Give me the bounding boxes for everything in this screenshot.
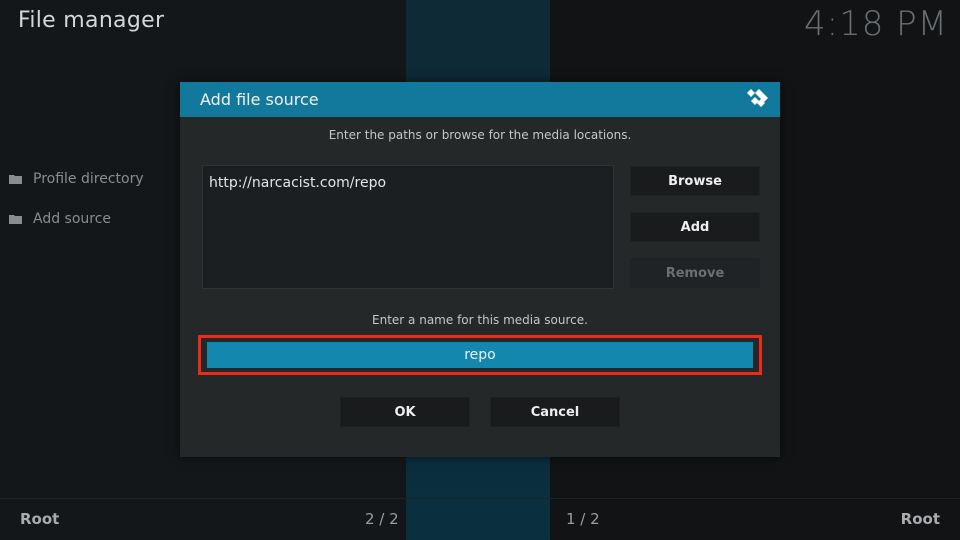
footer-right-count: 1 / 2	[566, 510, 600, 528]
footer-divider	[0, 498, 960, 499]
clock: 4:18 PM	[804, 4, 948, 44]
folder-icon	[9, 175, 22, 184]
footer-left-path: Root	[20, 510, 60, 528]
kodi-logo-icon	[747, 89, 768, 107]
path-item[interactable]: http://narcacist.com/repo	[209, 175, 386, 191]
source-name-input[interactable]: repo	[207, 342, 753, 368]
ok-button[interactable]: OK	[340, 397, 470, 427]
footer-left-count: 2 / 2	[365, 510, 399, 528]
sidebar-item-label: Add source	[33, 211, 112, 227]
paths-hint: Enter the paths or browse for the media …	[328, 128, 632, 142]
cancel-button[interactable]: Cancel	[490, 397, 620, 427]
footer-right-path: Root	[900, 510, 940, 528]
folder-icon	[9, 215, 22, 224]
sidebar-item-profile-directory[interactable]: Profile directory	[9, 171, 144, 187]
add-button[interactable]: Add	[630, 212, 760, 242]
sidebar-item-add-source[interactable]: Add source	[9, 211, 111, 227]
paths-list[interactable]: http://narcacist.com/repo	[202, 165, 614, 289]
add-file-source-dialog: Add file source Enter the paths or brows…	[180, 82, 780, 457]
name-field-highlight: repo	[198, 335, 762, 375]
sidebar-item-label: Profile directory	[33, 171, 144, 187]
kodi-screen: File manager 4:18 PM Profile directory A…	[0, 0, 960, 540]
dialog-title: Add file source	[200, 90, 319, 109]
dialog-header: Add file source	[180, 82, 780, 117]
remove-button[interactable]: Remove	[630, 258, 760, 288]
browse-button[interactable]: Browse	[630, 166, 760, 196]
app-title: File manager	[18, 8, 165, 33]
name-hint: Enter a name for this media source.	[372, 313, 588, 327]
